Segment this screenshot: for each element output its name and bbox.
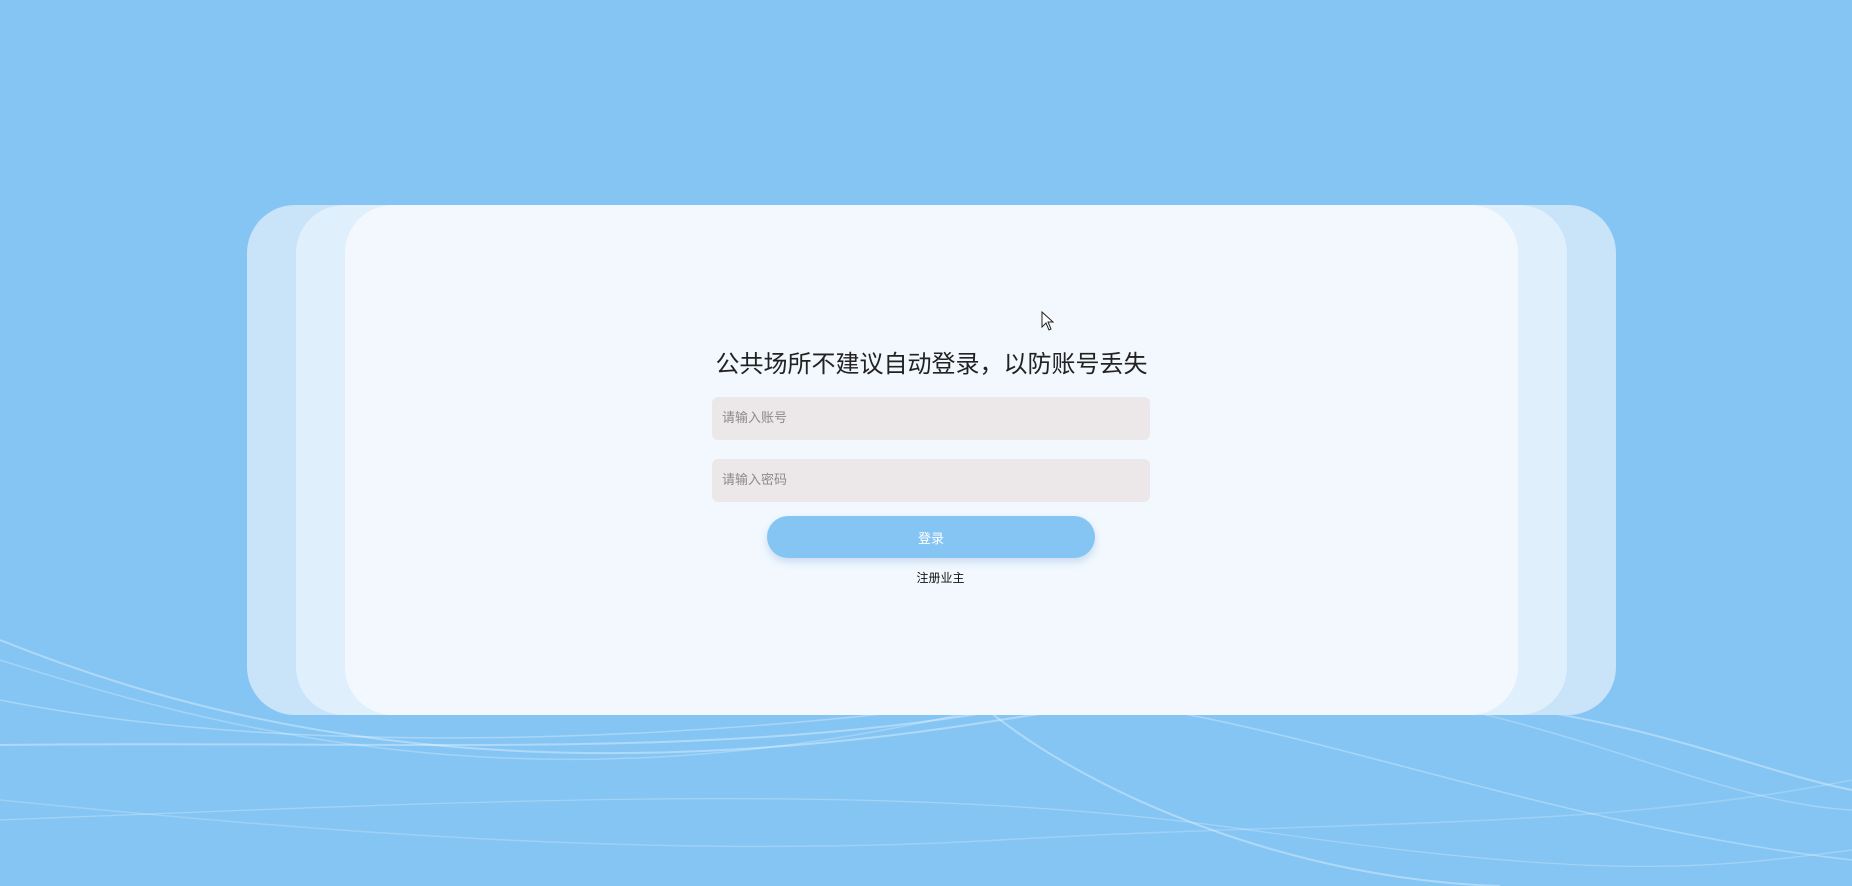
register-owner-link[interactable]: 注册业主 — [345, 569, 1518, 586]
account-input[interactable] — [712, 397, 1150, 440]
password-input[interactable] — [712, 459, 1150, 502]
login-title: 公共场所不建议自动登录，以防账号丢失 — [715, 350, 1148, 378]
mouse-cursor-icon — [1041, 311, 1055, 331]
login-button[interactable]: 登录 — [767, 516, 1095, 558]
login-form: 公共场所不建议自动登录，以防账号丢失 登录 注册业主 — [345, 205, 1518, 715]
